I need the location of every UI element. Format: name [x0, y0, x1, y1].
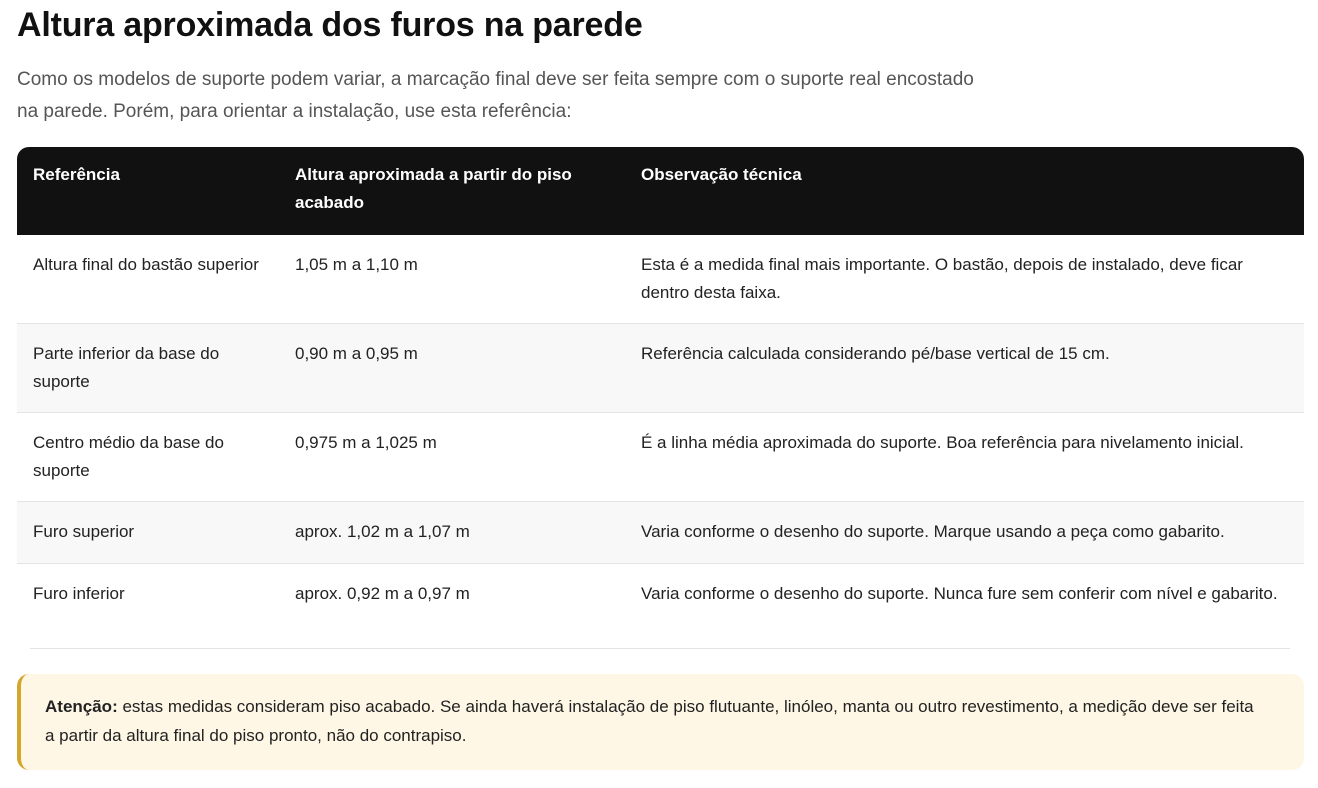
intro-paragraph: Como os modelos de suporte podem variar,… — [17, 69, 974, 122]
cell-reference: Furo superior — [17, 502, 279, 564]
cell-observation: Referência calculada considerando pé/bas… — [625, 324, 1304, 413]
table-header: Referência Altura aproximada a partir do… — [17, 147, 1304, 235]
column-header-height: Altura aproximada a partir do piso acaba… — [279, 147, 625, 235]
reference-table-container: Referência Altura aproximada a partir do… — [17, 147, 1304, 624]
cell-height: aprox. 0,92 m a 0,97 m — [295, 584, 470, 603]
table-body: Altura final do bastão superior 1,05 m a… — [17, 235, 1304, 624]
warning-label: Atenção: — [45, 697, 118, 716]
cell-reference: Altura final do bastão superior — [17, 235, 279, 324]
warning-text: estas medidas consideram piso acabado. S… — [45, 697, 1254, 745]
cell-reference: Furo inferior — [33, 584, 125, 603]
cell-reference: Centro médio da base do suporte — [17, 413, 279, 502]
cell-observation: Varia conforme o desenho do suporte. Nun… — [641, 584, 1278, 603]
table-bottom-divider — [30, 648, 1290, 649]
column-header-reference: Referência — [17, 147, 279, 235]
cell-height: 0,975 m a 1,025 m — [279, 413, 625, 502]
table-row: Parte inferior da base do suporte 0,90 m… — [17, 324, 1304, 413]
cell-observation: Varia conforme o desenho do suporte. Mar… — [625, 502, 1304, 564]
reference-table: Referência Altura aproximada a partir do… — [17, 147, 1304, 624]
page: Altura aproximada dos furos na parede Co… — [0, 0, 1318, 788]
page-title: Altura aproximada dos furos na parede — [17, 6, 643, 44]
table-header-row: Referência Altura aproximada a partir do… — [17, 147, 1304, 235]
cell-height: 1,05 m a 1,10 m — [279, 235, 625, 324]
cell-height: 0,90 m a 0,95 m — [279, 324, 625, 413]
column-header-observation: Observação técnica — [625, 147, 1304, 235]
cell-observation: É a linha média aproximada do suporte. B… — [625, 413, 1304, 502]
table-row: Furo superior aprox. 1,02 m a 1,07 m Var… — [17, 502, 1304, 564]
cell-observation: Esta é a medida final mais importante. O… — [625, 235, 1304, 324]
cell-reference: Parte inferior da base do suporte — [17, 324, 279, 413]
table-row: Altura final do bastão superior 1,05 m a… — [17, 235, 1304, 324]
warning-callout: Atenção: estas medidas consideram piso a… — [17, 674, 1304, 770]
cell-height: aprox. 1,02 m a 1,07 m — [279, 502, 625, 564]
table-row: Centro médio da base do suporte 0,975 m … — [17, 413, 1304, 502]
table-row: Furo inferior aprox. 0,92 m a 0,97 m Var… — [17, 564, 1304, 624]
